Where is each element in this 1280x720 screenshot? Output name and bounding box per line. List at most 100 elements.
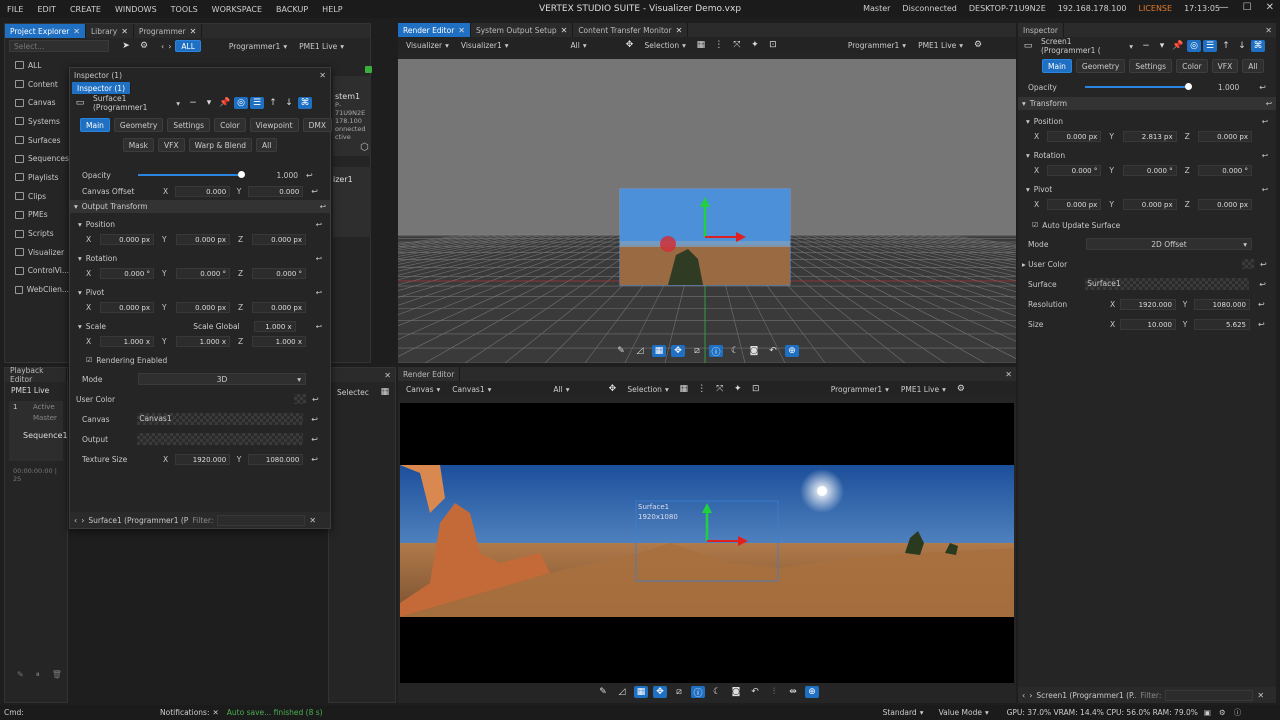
pme-dropdown[interactable]: PME1 Live ▾: [295, 40, 348, 52]
opacity-slider[interactable]: [138, 171, 245, 178]
scale-z-field[interactable]: 1.000 x: [251, 335, 306, 347]
chevron-down-icon[interactable]: ▾: [202, 97, 216, 109]
delete-icon[interactable]: 🗑: [52, 670, 62, 680]
crop-icon[interactable]: ⧄: [672, 686, 686, 698]
tab-content-transfer-monitor[interactable]: Content Transfer Monitor ✕: [573, 23, 689, 37]
selection-dropdown[interactable]: Selection ▾: [641, 39, 690, 51]
close-icon[interactable]: ✕: [1266, 2, 1274, 13]
canvas-offset-y-field[interactable]: 0.000: [247, 185, 304, 197]
reset-icon[interactable]: ↩: [1262, 185, 1268, 194]
vfx-icon[interactable]: ✦: [748, 39, 762, 51]
reset-icon[interactable]: ↩: [1259, 280, 1266, 289]
rotation-header[interactable]: ▾ Rotation ↩: [1018, 148, 1276, 162]
snap-icon[interactable]: ⋮: [712, 39, 726, 51]
close-icon[interactable]: ✕: [561, 26, 568, 35]
arrow-down-icon[interactable]: ↓: [282, 97, 296, 109]
select-dropdown[interactable]: Selectec: [333, 386, 373, 398]
clear-icon[interactable]: ✕: [309, 516, 316, 525]
value-mode-dropdown[interactable]: Value Mode ▾: [935, 707, 995, 719]
tree-item-webclient[interactable]: WebClien...: [5, 280, 69, 299]
view-type-dropdown[interactable]: Canvas ▾: [402, 383, 444, 395]
cube-icon[interactable]: ⬡: [360, 142, 369, 153]
tab-project-explorer[interactable]: Project Explorer ✕: [5, 24, 86, 38]
close-icon[interactable]: ✕: [676, 26, 683, 35]
reset-icon[interactable]: ↩: [312, 395, 319, 404]
size-x-field[interactable]: 10.000: [1120, 318, 1176, 330]
size-y-field[interactable]: 5.625: [1194, 318, 1250, 330]
rotation-y-field[interactable]: 0.000 °: [175, 267, 230, 279]
reset-icon[interactable]: ↩: [1259, 83, 1266, 92]
arrow-up-icon[interactable]: ↑: [1219, 40, 1233, 52]
reset-icon[interactable]: ↩: [1258, 320, 1265, 329]
minus-icon[interactable]: −: [1139, 40, 1153, 52]
tree-item-surfaces[interactable]: Surfaces: [5, 131, 69, 150]
menu-windows[interactable]: WINDOWS: [108, 5, 164, 14]
filter-dropdown[interactable]: All ▾: [549, 383, 601, 395]
tab-render-editor-2[interactable]: Render Editor: [398, 367, 461, 381]
moon-icon[interactable]: ☾: [710, 686, 724, 698]
align-icon[interactable]: ⫶: [767, 686, 781, 698]
list-icon[interactable]: ☰: [250, 97, 264, 109]
tab-color[interactable]: Color: [1176, 59, 1208, 73]
tree-item-systems[interactable]: Systems: [5, 112, 69, 131]
pivot-y-field[interactable]: 0.000 px: [1122, 198, 1177, 210]
move-icon[interactable]: ✥: [605, 383, 619, 395]
pen-icon[interactable]: ✎: [596, 686, 610, 698]
position-z-field[interactable]: 0.000 px: [1198, 130, 1252, 142]
link-icon[interactable]: ⌘: [1251, 40, 1265, 52]
position-header[interactable]: ▾ Position ↩: [70, 217, 330, 231]
tab-main[interactable]: Main: [80, 118, 110, 132]
snap-icon[interactable]: ✥: [653, 686, 667, 698]
tree-item-controlview[interactable]: ControlVi...: [5, 262, 69, 281]
reset-icon[interactable]: ↩: [311, 187, 318, 196]
link-icon[interactable]: ⌘: [298, 97, 312, 109]
menu-help[interactable]: HELP: [315, 5, 349, 14]
tab-render-editor[interactable]: Render Editor ✕: [398, 23, 471, 37]
scale-global-field[interactable]: 1.000 x: [253, 320, 296, 332]
playback-track[interactable]: 1 Active Master Sequence1: [9, 401, 68, 461]
target-icon[interactable]: ◎: [234, 97, 248, 109]
resolution-x-field[interactable]: 1920.000: [1120, 298, 1176, 310]
scale-header[interactable]: ▾ Scale Scale Global 1.000 x ↩: [70, 319, 330, 333]
rotation-x-field[interactable]: 0.000 °: [99, 267, 154, 279]
viewport-3d[interactable]: ✎ ◿ ▦ ✥ ⧄ ⓘ ☾ ◙ ↶ ⊕: [0, 59, 1280, 364]
close-icon[interactable]: ✕: [1265, 26, 1276, 35]
reset-icon[interactable]: ↩: [306, 171, 313, 180]
position-y-field[interactable]: 0.000 px: [175, 233, 230, 245]
tab-vfx[interactable]: VFX: [1211, 59, 1239, 73]
chevron-right-icon[interactable]: ›: [81, 516, 84, 525]
reset-icon[interactable]: ↩: [311, 435, 318, 444]
reset-icon[interactable]: ↩: [320, 202, 326, 211]
tree-item-clips[interactable]: Clips: [5, 187, 69, 206]
tab-main[interactable]: Main: [1042, 59, 1072, 73]
monitor-icon[interactable]: ▣: [1204, 708, 1211, 717]
master-status[interactable]: Master: [863, 4, 890, 13]
frame-icon[interactable]: ⊡: [749, 383, 763, 395]
standard-dropdown[interactable]: Standard ▾: [879, 707, 935, 719]
pen-icon[interactable]: ✎: [614, 345, 628, 357]
pause-icon[interactable]: ⏸: [36, 670, 40, 680]
position-header[interactable]: ▾ Position ↩: [1018, 114, 1276, 128]
tab-geometry[interactable]: Geometry: [113, 118, 164, 132]
camera-icon[interactable]: ◙: [747, 345, 761, 357]
rotation-z-field[interactable]: 0.000 °: [1198, 164, 1252, 176]
footer-target[interactable]: Screen1 (Programmer1 (P...: [1036, 691, 1136, 700]
mode-dropdown[interactable]: 2D Offset ▾: [1086, 238, 1252, 250]
texture-y-field[interactable]: 1080.000: [247, 453, 304, 465]
transform-header[interactable]: ▾ Transform ↩: [1018, 97, 1276, 110]
camera-icon[interactable]: ◙: [729, 686, 743, 698]
chevron-left-icon[interactable]: ‹: [1022, 691, 1025, 700]
tab-inspector[interactable]: Inspector (1): [72, 82, 131, 94]
command-label[interactable]: Cmd:: [0, 708, 160, 717]
close-icon[interactable]: ✕: [1005, 370, 1016, 379]
pivot-z-field[interactable]: 0.000 px: [251, 301, 306, 313]
target-dropdown[interactable]: Surface1 (Programmer1 ▾: [89, 94, 184, 112]
color-swatch[interactable]: [294, 394, 306, 404]
tree-item-scripts[interactable]: Scripts: [5, 224, 69, 243]
pme-dropdown[interactable]: PME1 Live ▾: [914, 39, 967, 51]
tab-viewpoint[interactable]: Viewpoint: [249, 118, 299, 132]
close-icon[interactable]: ✕: [121, 27, 128, 36]
list-icon[interactable]: ☰: [1203, 40, 1217, 52]
output-field[interactable]: [137, 433, 304, 445]
info-icon[interactable]: ⓘ: [1234, 707, 1242, 718]
